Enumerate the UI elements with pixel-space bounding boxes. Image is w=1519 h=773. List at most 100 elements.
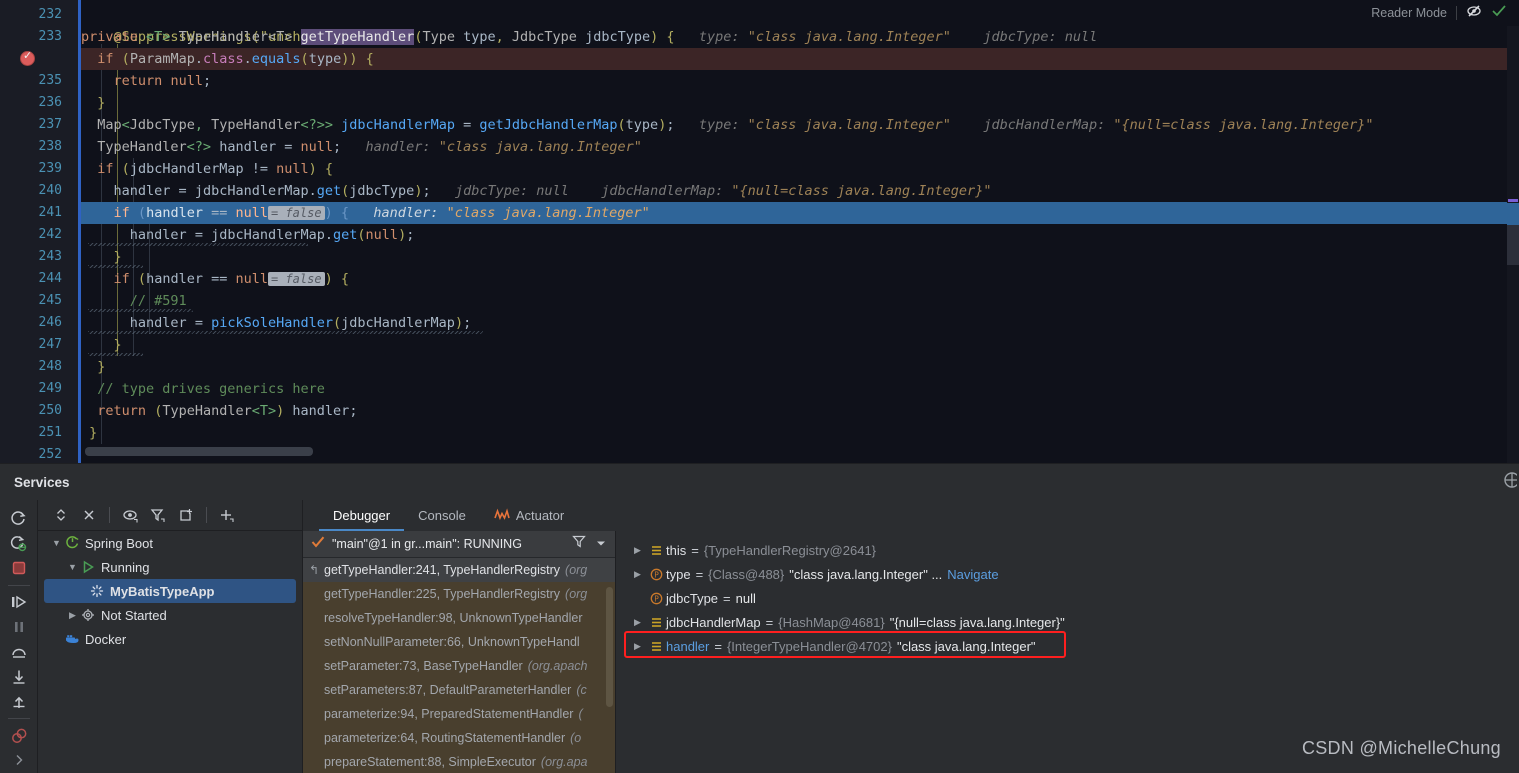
line-number: 244 [38,271,62,286]
chevron-right-icon[interactable]: ▶ [66,610,79,621]
field-list-icon [646,544,666,557]
breakpoint-icon[interactable] [20,49,35,66]
variable-value: "class java.lang.Integer" [896,638,1036,654]
frame-row[interactable]: setParameters:87, DefaultParameterHandle… [303,678,615,702]
parameter-icon: P [646,592,666,605]
tree-item-running[interactable]: ▼ Running [38,555,302,579]
chevron-right-icon[interactable] [4,748,34,773]
chevron-right-icon[interactable]: ▶ [629,641,646,652]
chevron-down-icon[interactable] [595,535,607,553]
step-out-icon[interactable] [4,689,34,714]
equals-sign: = [691,542,699,558]
variable-value: null [735,590,756,606]
rerun-debug-icon[interactable] [4,531,34,556]
inlay-condition-result[interactable]: = false [268,206,325,220]
variable-value: "class java.lang.Integer" ... [789,566,943,582]
frame-row[interactable]: parameterize:94, PreparedStatementHandle… [303,702,615,726]
selected-identifier[interactable]: getTypeHandler [300,29,415,45]
frame-package: (org [565,587,588,601]
frame-package: (c [576,683,587,697]
tree-item-spring-boot[interactable]: ▼ Spring Boot [38,531,302,555]
stop-icon[interactable] [4,556,34,581]
rerun-icon[interactable] [4,506,34,531]
tree-item-mybatistypeapp[interactable]: MyBatisTypeApp [44,579,296,603]
mute-breakpoints-icon[interactable] [4,723,34,748]
line-number: 239 [38,161,62,176]
code-line-237: Map<JdbcType, TypeHandler<?>> jdbcHandle… [97,117,1374,133]
frames-list[interactable]: ↰ getTypeHandler:241, TypeHandlerRegistr… [303,558,615,773]
variable-row-type[interactable]: ▶ P type = {Class@488} "class java.lang.… [617,562,1519,586]
frame-row[interactable]: prepareStatement:88, SimpleExecutor (org… [303,750,615,773]
reader-mode-label: Reader Mode [1371,6,1447,20]
frame-row[interactable]: getTypeHandler:225, TypeHandlerRegistry … [303,582,615,606]
tree-item-docker[interactable]: Docker [38,627,302,651]
filter-icon[interactable] [145,503,171,527]
variable-row-jdbchandlermap[interactable]: ▶ jdbcHandlerMap = {HashMap@4681} "{null… [617,610,1519,634]
code-line-247: } [113,337,122,353]
pause-program-icon[interactable] [4,615,34,640]
inline-hint-value: null [536,183,569,199]
tab-debugger[interactable]: Debugger [319,500,404,531]
chevron-right-icon[interactable]: ▶ [629,617,646,628]
tab-console[interactable]: Console [404,500,480,531]
editor-horizontal-scrollbar[interactable] [85,447,313,456]
variable-row-jdbctype[interactable]: P jdbcType = null [617,586,1519,610]
resume-program-icon[interactable] [4,590,34,615]
stop-service-icon[interactable] [76,503,102,527]
line-number: 240 [38,183,62,198]
open-in-new-window-icon[interactable] [173,503,199,527]
services-title: Services [14,474,70,490]
frame-row[interactable]: setNonNullParameter:66, UnknownTypeHandl [303,630,615,654]
code-editor[interactable]: 232 233 235 236 237 238 239 240 241 242 … [0,0,1519,463]
frames-scrollbar[interactable] [606,587,613,707]
code-line-249: // type drives generics here [81,378,1519,400]
code-line-239: if (jdbcHandlerMap != null) { [97,161,334,177]
frame-label: setParameters:87, DefaultParameterHandle… [324,683,572,697]
docker-whale-icon [63,632,81,646]
frame-row[interactable]: resolveTypeHandler:98, UnknownTypeHandle… [303,606,615,630]
services-tool-window-header: Services [0,463,1519,500]
line-number: 250 [38,403,62,418]
line-number: 243 [38,249,62,264]
equals-sign: = [765,614,774,630]
chevron-down-icon[interactable]: ▼ [66,562,79,572]
tree-item-not-started[interactable]: ▶ Not Started [38,603,302,627]
frame-row[interactable]: parameterize:64, RoutingStatementHandler… [303,726,615,750]
inline-hint-label: handler: [373,205,439,221]
variable-row-handler[interactable]: ▶ handler = {IntegerTypeHandler@4702} "c… [617,634,1519,658]
frame-package: (org.apach [527,659,588,673]
chevron-down-icon[interactable]: ▼ [50,538,63,548]
chevron-right-icon[interactable]: ▶ [629,569,646,580]
add-service-icon[interactable] [214,503,240,527]
frame-label: setNonNullParameter:66, UnknownTypeHandl [324,635,580,649]
eye-crossed-icon[interactable] [1466,3,1482,24]
editor-marker-track[interactable] [1507,0,1519,463]
line-number: 233 [38,29,62,44]
expand-collapse-icon[interactable] [48,503,74,527]
frame-label: resolveTypeHandler:98, UnknownTypeHandle… [324,611,583,625]
step-over-icon[interactable] [4,639,34,664]
inlay-condition-result[interactable]: = false [268,272,325,286]
frame-row[interactable]: setParameter:73, BaseTypeHandler (org.ap… [303,654,615,678]
code-line-232: @SuppressWarnings("unchecked") [81,4,1519,45]
code-line-238: TypeHandler<?> handler = null; handler: … [97,139,642,155]
checkmark-green-icon[interactable] [1491,3,1507,24]
services-tree-panel: ▼ Spring Boot ▼ Running MyBatisTypeApp ▶… [38,500,303,773]
step-into-icon[interactable] [4,664,34,689]
chevron-right-icon[interactable]: ▶ [629,545,646,556]
funnel-icon[interactable] [572,535,586,553]
tab-label: Debugger [333,508,391,523]
settings-circle-icon[interactable] [1495,469,1519,496]
frames-column: "main"@1 in gr...main": RUNNING ↰ getTyp… [303,531,616,773]
navigate-link[interactable]: Navigate [947,567,998,582]
tab-actuator[interactable]: Actuator [480,500,578,531]
inline-hint-label: type: [698,117,740,133]
thread-selector[interactable]: "main"@1 in gr...main": RUNNING [303,531,615,558]
marker-usage [1508,199,1518,202]
frame-row[interactable]: ↰ getTypeHandler:241, TypeHandlerRegistr… [303,558,615,582]
divider [109,507,110,523]
variable-row-this[interactable]: ▶ this = {TypeHandlerRegistry@2641} [617,538,1519,562]
variables-panel[interactable]: ▶ this = {TypeHandlerRegistry@2641} ▶ P … [617,531,1519,773]
variable-name: handler [666,638,710,654]
eye-icon[interactable] [117,503,143,527]
